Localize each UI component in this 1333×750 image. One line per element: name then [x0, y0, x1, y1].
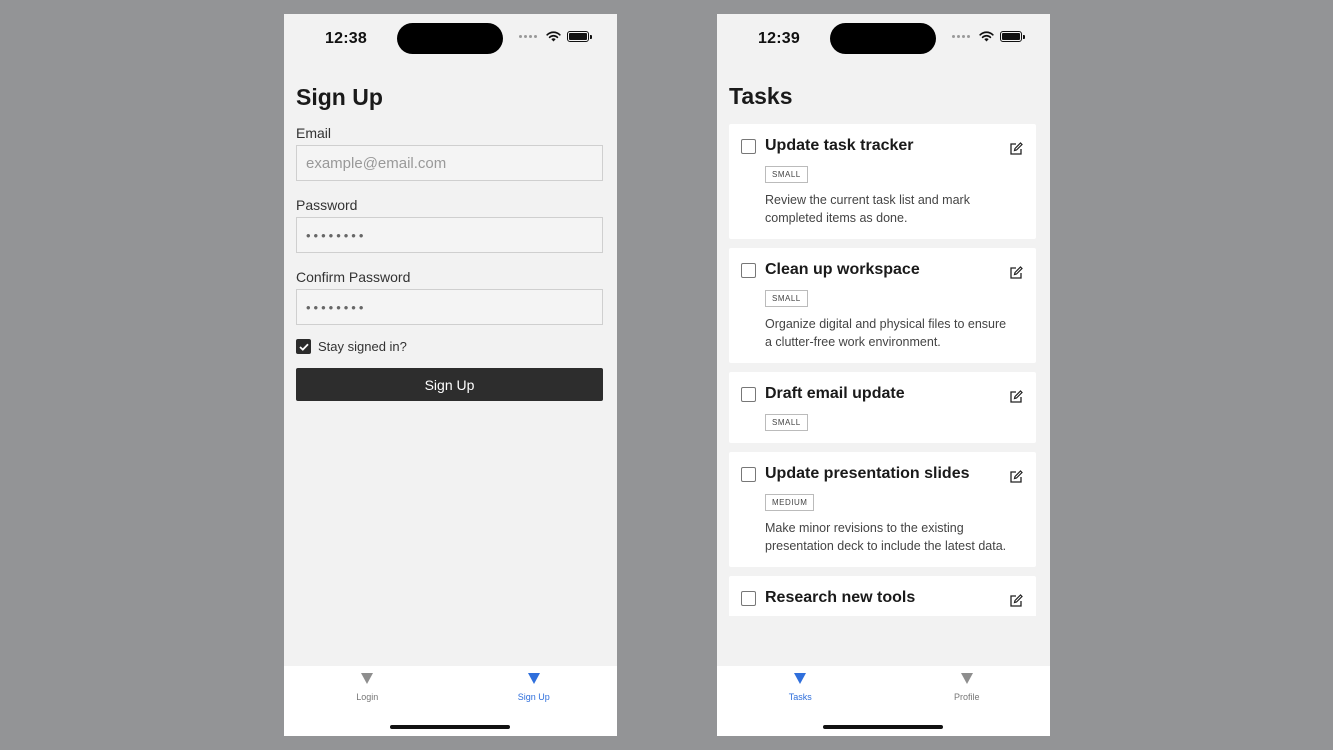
tasks-phone-screen: 12:39 Tasks Update task tracker SMALL Re… — [717, 14, 1050, 736]
tab-label: Tasks — [788, 692, 812, 702]
signal-icon — [519, 35, 537, 38]
signup-phone-screen: 12:38 Sign Up Email Password Confirm Pas… — [284, 14, 617, 736]
home-indicator[interactable] — [823, 725, 943, 729]
task-card[interactable]: Update presentation slides MEDIUM Make m… — [729, 452, 1036, 567]
task-title: Draft email update — [765, 385, 905, 402]
task-checkbox[interactable] — [741, 138, 756, 154]
stay-signed-in-checkbox[interactable] — [296, 339, 311, 354]
stay-signed-in-label: Stay signed in? — [318, 339, 407, 354]
task-checkbox[interactable] — [741, 262, 756, 278]
task-checkbox[interactable] — [741, 590, 756, 606]
wifi-icon — [979, 31, 994, 42]
confirm-password-field[interactable] — [296, 289, 603, 325]
page-title: Sign Up — [296, 84, 383, 110]
size-tag: MEDIUM — [765, 494, 815, 511]
tab-label: Profile — [953, 692, 980, 702]
size-tag: SMALL — [765, 290, 808, 307]
status-time: 12:39 — [758, 30, 800, 47]
dynamic-island — [397, 23, 503, 54]
task-description: Make minor revisions to the existing pre… — [765, 521, 1007, 553]
password-label: Password — [296, 197, 358, 213]
edit-icon[interactable] — [1009, 266, 1023, 280]
checkmark-icon — [298, 343, 309, 351]
task-title: Research new tools — [765, 589, 916, 606]
password-field[interactable] — [296, 217, 603, 253]
signup-form: Sign Up Email Password Confirm Password … — [296, 84, 603, 401]
triangle-down-icon — [960, 673, 973, 684]
edit-icon[interactable] — [1009, 142, 1023, 156]
task-card[interactable]: Update task tracker SMALL Review the cur… — [729, 124, 1036, 239]
status-bar: 12:38 — [284, 14, 617, 64]
edit-icon[interactable] — [1009, 390, 1023, 404]
email-label: Email — [296, 125, 332, 141]
stay-signed-in-row: Stay signed in? — [296, 339, 603, 354]
size-tag: SMALL — [765, 414, 808, 431]
task-title: Update task tracker — [765, 137, 914, 154]
tab-label: Login — [356, 692, 379, 702]
task-description: Review the current task list and mark co… — [765, 193, 970, 225]
status-icons — [519, 31, 592, 42]
triangle-down-icon — [794, 673, 807, 684]
triangle-down-icon — [527, 673, 540, 684]
email-field[interactable] — [296, 145, 603, 181]
dynamic-island — [830, 23, 936, 54]
task-card[interactable]: Clean up workspace SMALL Organize digita… — [729, 248, 1036, 363]
task-title: Clean up workspace — [765, 261, 920, 278]
triangle-down-icon — [361, 673, 374, 684]
battery-icon — [567, 31, 592, 42]
size-tag: SMALL — [765, 166, 808, 183]
status-bar: 12:39 — [717, 14, 1050, 64]
sign-up-button[interactable]: Sign Up — [296, 368, 603, 401]
status-icons — [952, 31, 1025, 42]
task-card[interactable]: Research new tools — [729, 576, 1036, 616]
task-description: Organize digital and physical files to e… — [765, 317, 1007, 349]
wifi-icon — [546, 31, 561, 42]
battery-icon — [1000, 31, 1025, 42]
status-time: 12:38 — [325, 30, 367, 47]
task-checkbox[interactable] — [741, 466, 756, 482]
confirm-password-label: Confirm Password — [296, 269, 411, 285]
edit-icon[interactable] — [1009, 470, 1023, 484]
task-list[interactable]: Update task tracker SMALL Review the cur… — [729, 124, 1036, 616]
task-title: Update presentation slides — [765, 465, 970, 482]
task-card[interactable]: Draft email update SMALL — [729, 372, 1036, 443]
edit-icon[interactable] — [1009, 594, 1023, 608]
tab-label: Sign Up — [517, 692, 550, 702]
task-checkbox[interactable] — [741, 386, 756, 402]
home-indicator[interactable] — [390, 725, 510, 729]
signal-icon — [952, 35, 970, 38]
page-title: Tasks — [729, 83, 793, 109]
